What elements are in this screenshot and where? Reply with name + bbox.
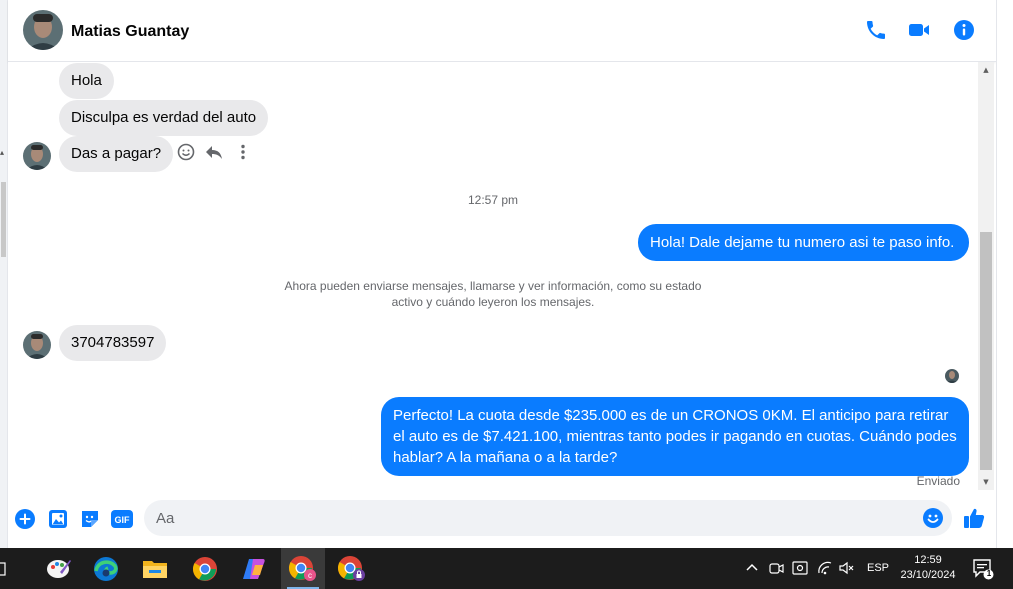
system-clock[interactable]: 12:59 23/10/2024 bbox=[892, 553, 964, 583]
notification-center-icon[interactable]: 1 bbox=[971, 557, 995, 581]
incoming-message[interactable]: Hola bbox=[59, 63, 114, 99]
contact-avatar[interactable] bbox=[23, 10, 63, 50]
phone-icon[interactable] bbox=[864, 18, 890, 44]
incoming-message[interactable]: Disculpa es verdad del auto bbox=[59, 100, 269, 136]
gif-icon[interactable]: GIF bbox=[110, 508, 134, 530]
device-status-icon[interactable] bbox=[791, 559, 809, 577]
message-input-box[interactable] bbox=[144, 500, 952, 536]
meet-now-icon[interactable] bbox=[767, 559, 785, 577]
show-hidden-icons-chevron-icon[interactable] bbox=[743, 559, 761, 577]
smile-react-icon[interactable] bbox=[176, 142, 198, 164]
message-scrollbar[interactable]: ▲ ▼ bbox=[978, 62, 994, 490]
info-icon[interactable] bbox=[952, 18, 978, 44]
plus-icon[interactable] bbox=[14, 508, 36, 530]
message-timestamp: 12:57 pm bbox=[467, 193, 519, 207]
more-options-icon[interactable] bbox=[233, 142, 255, 164]
incoming-message[interactable]: 3704783597 bbox=[59, 325, 167, 361]
svg-text:c: c bbox=[308, 571, 312, 580]
copilot-icon[interactable] bbox=[232, 548, 276, 589]
video-camera-icon[interactable] bbox=[907, 18, 933, 44]
task-view-icon[interactable] bbox=[0, 548, 16, 589]
notification-count-badge: 1 bbox=[986, 569, 992, 578]
gif-label: GIF bbox=[115, 515, 131, 525]
message-composer: GIF bbox=[8, 490, 996, 548]
windows-taskbar: c ESP 12:59 23/10/2024 1 bbox=[0, 548, 1013, 589]
language-indicator[interactable]: ESP bbox=[867, 562, 889, 574]
incoming-message[interactable]: Das a pagar? bbox=[59, 136, 174, 172]
clock-date: 23/10/2024 bbox=[900, 569, 956, 581]
chrome-profile-c-icon[interactable]: c bbox=[281, 548, 325, 589]
file-explorer-icon[interactable] bbox=[133, 548, 177, 589]
wifi-icon[interactable] bbox=[816, 559, 834, 577]
message-status: Enviado bbox=[916, 474, 960, 488]
scroll-thumb[interactable] bbox=[980, 232, 992, 470]
edge-icon[interactable] bbox=[84, 548, 128, 589]
outgoing-message[interactable]: Hola! Dale dejame tu numero asi te paso … bbox=[638, 224, 969, 261]
clock-time: 12:59 bbox=[914, 554, 942, 566]
reply-icon[interactable] bbox=[204, 142, 226, 164]
speaker-muted-icon[interactable] bbox=[838, 559, 856, 577]
image-icon[interactable] bbox=[47, 508, 69, 530]
contact-avatar-small[interactable] bbox=[23, 142, 51, 170]
scroll-up-arrow[interactable]: ▲ bbox=[978, 62, 994, 78]
messenger-window: ▴ Matias Guantay Hola Disculpa es verdad… bbox=[0, 0, 1013, 589]
connection-notice: Ahora pueden enviarse mensajes, llamarse… bbox=[263, 278, 723, 310]
thumbs-up-icon[interactable] bbox=[962, 506, 986, 530]
contact-name[interactable]: Matias Guantay bbox=[71, 23, 189, 41]
sticker-icon[interactable] bbox=[79, 508, 101, 530]
left-scroll-arrow[interactable]: ▴ bbox=[0, 148, 4, 157]
chat-header: Matias Guantay bbox=[8, 0, 996, 62]
contact-avatar-small[interactable] bbox=[23, 331, 51, 359]
notice-line: Ahora pueden enviarse mensajes, llamarse… bbox=[284, 279, 702, 293]
message-list: Hola Disculpa es verdad del auto Das a p… bbox=[8, 62, 978, 490]
left-scroll-thumb[interactable] bbox=[1, 182, 6, 257]
right-panel-edge bbox=[996, 0, 1013, 548]
chrome-icon[interactable] bbox=[183, 548, 227, 589]
notice-line: activo y cuándo leyeron los mensajes. bbox=[391, 295, 595, 309]
seen-receipt-avatar bbox=[945, 369, 959, 383]
outgoing-message[interactable]: Perfecto! La cuota desde $235.000 es de … bbox=[381, 397, 969, 476]
scroll-down-arrow[interactable]: ▼ bbox=[978, 474, 994, 490]
emoji-icon[interactable] bbox=[922, 507, 944, 529]
paint-app-icon[interactable] bbox=[37, 548, 81, 589]
message-input[interactable] bbox=[156, 508, 896, 528]
left-panel-edge: ▴ bbox=[0, 0, 8, 548]
chrome-profile-locked-icon[interactable] bbox=[330, 548, 374, 589]
